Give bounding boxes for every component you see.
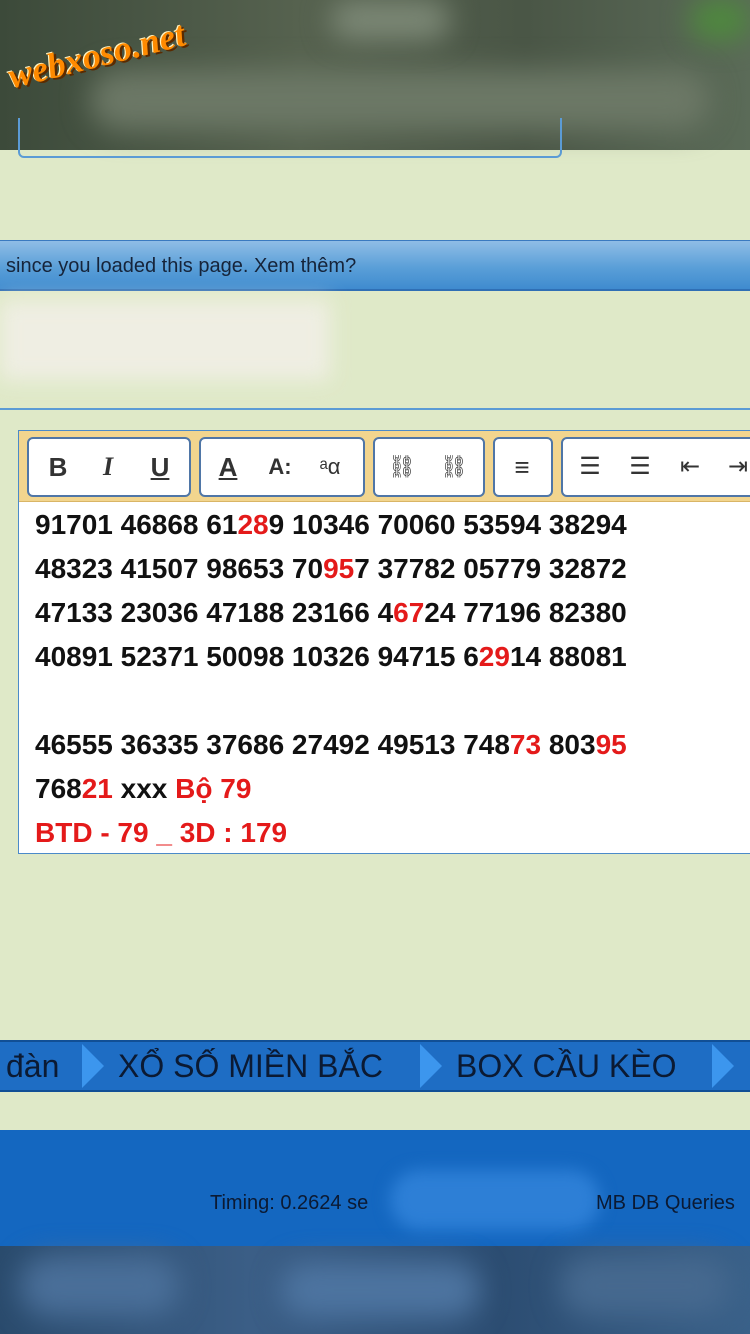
editor-toolbar: B I U A A: ᵃα ⛓ ⛓ ≡ ☰ ☰ ⇤ ⇥ xyxy=(19,431,750,502)
line-text: 47133 23036 47188 23166 4 xyxy=(35,597,394,628)
line-text: 803 xyxy=(541,729,596,760)
line-text: xxx xyxy=(112,773,176,804)
message-editor[interactable]: B I U A A: ᵃα ⛓ ⛓ ≡ ☰ ☰ ⇤ ⇥ 91701 46868 … xyxy=(18,430,750,854)
editor-line: 48323 41507 98653 70957 37782 05779 3287… xyxy=(35,547,750,591)
font-size-icon[interactable]: A: xyxy=(257,439,303,495)
align-left-icon[interactable]: ≡ xyxy=(499,439,545,495)
line-text: 40891 52371 50098 10326 94715 6 xyxy=(35,641,479,672)
link-icon[interactable]: ⛓ xyxy=(379,439,425,495)
editor-line: 91701 46868 61289 10346 70060 53594 3829… xyxy=(35,503,750,547)
highlight-text: BTD - 79 _ 3D : 179 xyxy=(35,817,288,848)
text-color-icon[interactable]: A xyxy=(205,439,251,495)
line-text: 768 xyxy=(35,773,82,804)
font-group: A A: ᵃα xyxy=(199,437,365,497)
editor-line: 76821 xxx Bộ 79 xyxy=(35,767,750,811)
outdent-icon[interactable]: ⇤ xyxy=(667,439,713,495)
bold-icon[interactable]: B xyxy=(35,439,81,495)
notice-bar[interactable]: since you loaded this page. Xem thêm? xyxy=(0,240,750,291)
header-box-edge xyxy=(18,118,562,158)
list-group: ☰ ☰ ⇤ ⇥ xyxy=(561,437,750,497)
nav-item-box-cau-keo[interactable]: BOX CẦU KÈO xyxy=(456,1046,677,1086)
underline-icon[interactable]: U xyxy=(137,439,183,495)
line-text: 91701 46868 61 xyxy=(35,509,238,540)
footer-db-queries: MB DB Queries xyxy=(596,1192,735,1214)
bullet-list-icon[interactable]: ☰ xyxy=(567,439,613,495)
line-text: 24 77196 82380 xyxy=(424,597,627,628)
nav-arrow-icon xyxy=(420,1044,442,1088)
highlight-text: 67 xyxy=(393,597,425,628)
nav-arrow-icon xyxy=(82,1044,104,1088)
editor-content[interactable]: 91701 46868 61289 10346 70060 53594 3829… xyxy=(35,503,750,855)
forum-nav-bar: đàn XỔ SỐ MIỀN BẮC BOX CẦU KÈO xyxy=(0,1040,750,1092)
highlight-text: 29 xyxy=(478,641,510,672)
line-text: 46555 36335 37686 27492 49513 748 xyxy=(35,729,510,760)
align-group: ≡ xyxy=(493,437,553,497)
line-text: 48323 41507 98653 70 xyxy=(35,553,324,584)
nav-arrow-icon xyxy=(712,1044,734,1088)
notice-text[interactable]: since you loaded this page. Xem thêm? xyxy=(6,255,356,278)
highlight-text: 73 xyxy=(509,729,542,760)
link-group: ⛓ ⛓ xyxy=(373,437,485,497)
indent-icon[interactable]: ⇥ xyxy=(715,439,750,495)
highlight-text: Bộ 79 xyxy=(175,773,252,804)
editor-line: 47133 23036 47188 23166 46724 77196 8238… xyxy=(35,591,750,635)
line-text: 14 88081 xyxy=(509,641,627,672)
blurred-bottom-bar xyxy=(0,1246,750,1334)
unlink-icon[interactable]: ⛓ xyxy=(431,439,477,495)
format-group: B I U xyxy=(27,437,191,497)
line-text: 7 37782 05779 32872 xyxy=(354,553,627,584)
italic-icon[interactable]: I xyxy=(85,439,131,495)
line-text: 9 10346 70060 53594 38294 xyxy=(268,509,627,540)
editor-line: BTD - 79 _ 3D : 179 xyxy=(35,811,750,855)
highlight-text: 95 xyxy=(323,553,355,584)
highlight-text: 28 xyxy=(237,509,269,540)
numbered-list-icon[interactable]: ☰ xyxy=(617,439,663,495)
footer: Timing: 0.2624 se MB DB Queries xyxy=(0,1130,750,1246)
highlight-text: 95 xyxy=(595,729,627,760)
editor-line: 40891 52371 50098 10326 94715 62914 8808… xyxy=(35,635,750,679)
editor-line: 46555 36335 37686 27492 49513 74873 8039… xyxy=(35,723,750,767)
nav-item-dan[interactable]: đàn xyxy=(6,1046,60,1086)
footer-timing: Timing: 0.2624 se xyxy=(210,1192,369,1214)
font-family-icon[interactable]: ᵃα xyxy=(307,439,353,495)
divider xyxy=(0,408,750,410)
blurred-username xyxy=(0,300,330,380)
highlight-text: 21 xyxy=(81,773,113,804)
nav-item-xo-so-mien-bac[interactable]: XỔ SỐ MIỀN BẮC xyxy=(118,1046,383,1086)
